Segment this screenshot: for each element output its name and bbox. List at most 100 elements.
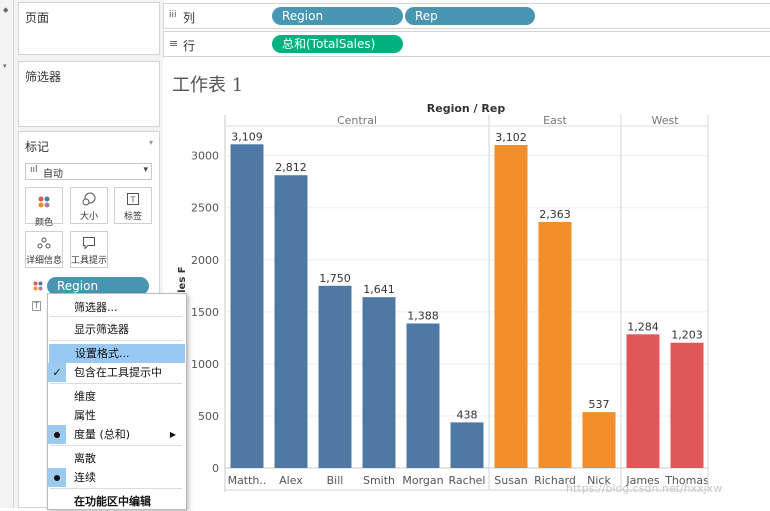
category-label: Bill [327,474,344,487]
rows-icon: ≡ [169,37,179,50]
bullet-icon [54,432,60,438]
data-label: 3,109 [231,130,263,143]
menu-item-label: 连续 [74,471,96,484]
rows-label: 行 [183,39,196,53]
size-button-label: 大小 [79,212,98,222]
watermark: https://blog.csdn.net/hxxjxw [566,482,723,495]
group-header-west: West [651,114,679,127]
menu-item-label: 筛选器... [74,301,118,314]
category-label: Matth.. [228,474,267,487]
columns-label: 列 [183,11,196,25]
y-tick-label: 2500 [191,202,219,215]
menu-item-6[interactable]: 属性 [48,406,184,425]
filters-card[interactable]: 筛选器 [18,61,160,127]
detail-button[interactable]: 详细信息 [25,231,63,268]
menu-separator [50,383,182,384]
submenu-arrow-icon: ▶ [169,430,176,439]
menu-item-3[interactable]: 设置格式... [49,344,185,363]
bar-susan [494,145,528,469]
bar-smith [362,297,396,468]
dropdown-arrow-icon[interactable]: ▾ [3,62,7,70]
bar-chart: Region / Rep050010001500200025003000ales… [177,102,709,492]
category-label: Susan [494,474,527,487]
columns-pill-rep[interactable]: Rep [405,7,535,25]
data-label: 438 [457,408,478,421]
mark-type-value: 自动 [43,169,63,180]
columns-icon: iii [169,10,177,20]
category-label: Morgan [402,474,443,487]
data-label: 1,388 [407,309,439,322]
menu-left-margin [48,468,66,487]
y-tick-label: 1500 [191,306,219,319]
group-header-east: East [543,114,567,127]
tooltip-button-label: 工具提示 [71,256,108,266]
label-icon: T [127,193,139,205]
menu-item-7[interactable]: 度量 (总和) ▶ [48,425,184,444]
bar-nick [582,412,616,468]
rows-pill-totalsales[interactable]: 总和(TotalSales) [272,35,403,53]
y-tick-label: 500 [198,410,219,423]
menu-left-margin [48,425,66,444]
group-header-central: Central [337,114,377,127]
menu-item-label: 显示筛选器 [74,323,129,336]
detail-icon [37,237,51,249]
data-label: 1,750 [319,272,351,285]
menu-item-1[interactable]: 筛选器... [48,298,184,317]
menu-item-9[interactable]: 连续 [48,468,184,487]
color-dots-icon [38,196,50,208]
menu-item-4[interactable]: ✓ 包含在工具提示中 [48,363,184,382]
tooltip-icon [83,237,95,250]
data-label: 1,284 [627,320,659,333]
filters-title: 筛选器 [25,70,62,84]
menu-item-label: 度量 (总和) [74,428,131,441]
menu-item-label: 维度 [74,390,96,403]
menu-item-label: 在功能区中编辑 [74,495,151,508]
y-tick-label: 3000 [191,150,219,163]
columns-pill-region[interactable]: Region [272,7,403,25]
data-label: 537 [589,398,610,411]
bar-morgan [406,323,440,468]
category-label: Alex [279,474,303,487]
label-button-label: 标签 [123,212,142,222]
bar-rachel [450,422,484,468]
color-dots-icon [33,281,43,291]
marks-menu-arrow-icon[interactable]: ▾ [149,138,153,147]
menu-separator [50,488,182,489]
menu-left-margin [48,320,66,339]
y-tick-label: 1000 [191,358,219,371]
label-button[interactable]: T 标签 [114,187,152,224]
y-tick-label: 0 [212,462,219,475]
y-tick-label: 2000 [191,254,219,267]
menu-left-margin [49,344,67,363]
menu-item-10[interactable]: 在功能区中编辑 [48,492,184,511]
menu-left-margin [48,449,66,468]
svg-text:T: T [130,196,136,205]
size-button[interactable]: 大小 [70,187,108,224]
data-label: 2,363 [539,208,571,221]
marks-title: 标记 [25,140,50,154]
pages-card[interactable]: 页面 [18,2,160,55]
size-icon [82,192,96,206]
menu-left-margin [48,298,66,317]
tooltip-button[interactable]: 工具提示 [70,231,108,268]
pages-title: 页面 [25,11,50,25]
columns-pill-rep-label: Rep [415,9,438,23]
checkmark-icon: ✓ [48,363,66,382]
columns-shelf: iii 列 Region Rep [163,3,770,29]
menu-item-2[interactable]: 显示筛选器 [48,320,184,339]
color-button-label: 颜色 [34,218,53,228]
collapse-arrow-icon[interactable]: ◆ [3,6,8,14]
menu-left-margin [48,492,66,511]
menu-item-5[interactable]: 维度 [48,387,184,406]
data-label: 3,102 [495,131,527,144]
chevron-down-icon: ▾ [143,165,148,175]
menu-item-label: 包含在工具提示中 [74,366,162,379]
menu-separator [50,445,182,446]
data-label: 2,812 [275,161,307,174]
menu-left-margin [48,387,66,406]
color-button[interactable]: 颜色 [25,187,63,228]
mark-type-select[interactable]: ııl 自动 ▾ [25,163,152,180]
bullet-icon [54,475,60,481]
menu-item-8[interactable]: 离散 [48,449,184,468]
menu-separator [50,340,182,341]
